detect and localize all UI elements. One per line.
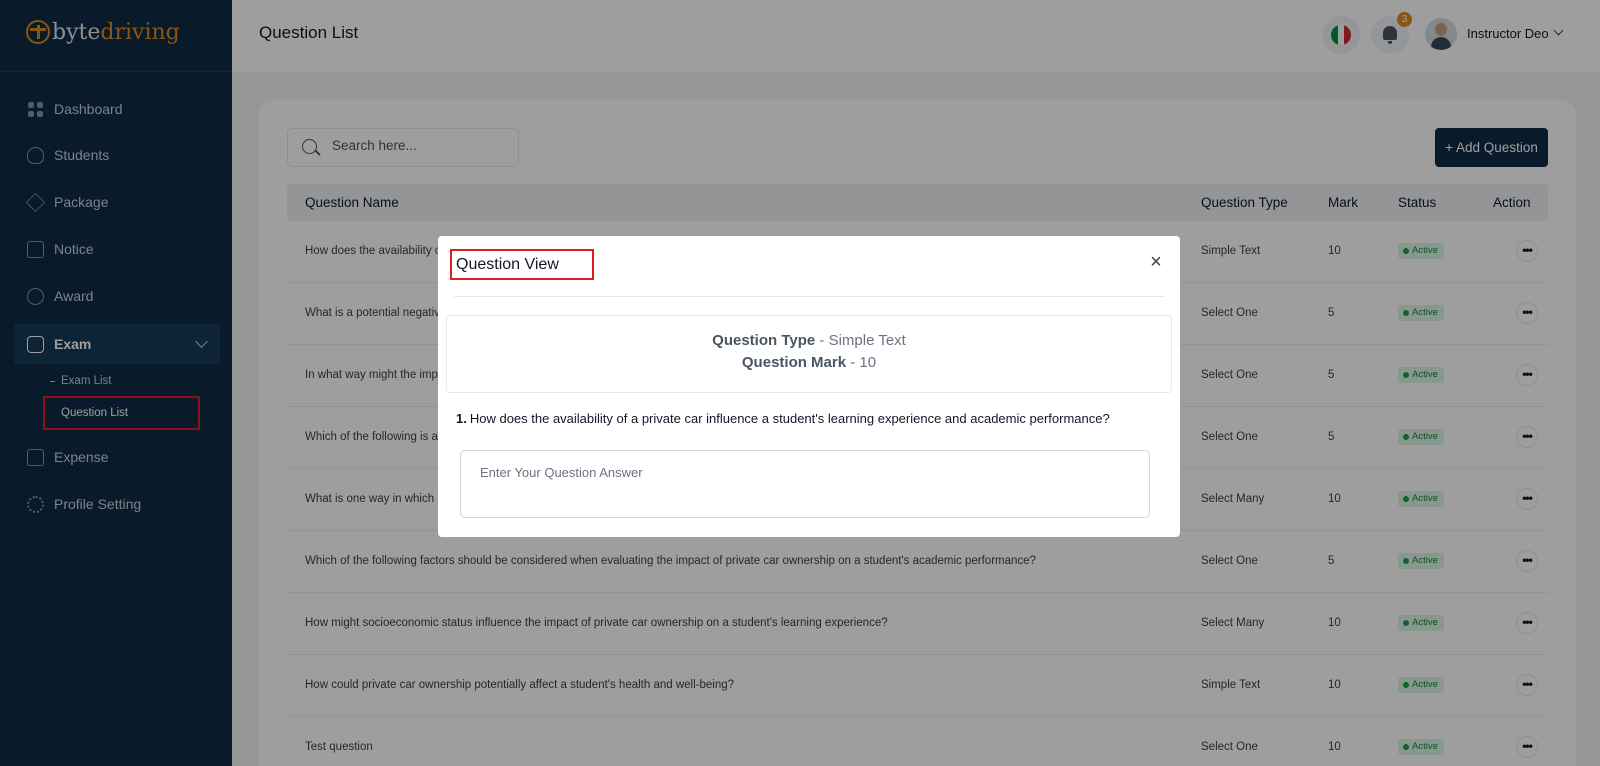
question-view-modal: Question View × Question Type - Simple T… [438, 236, 1180, 537]
answer-textarea[interactable] [460, 450, 1150, 518]
question-mark-line: Question Mark - 10 [447, 354, 1171, 371]
question-number: 1. [456, 411, 467, 426]
question-type-value: - Simple Text [819, 332, 906, 349]
question-mark-value: - 10 [850, 354, 877, 371]
question-body: How does the availability of a private c… [469, 411, 1110, 426]
close-icon[interactable]: × [1148, 252, 1164, 272]
modal-title: Question View [450, 249, 594, 280]
question-info-box: Question Type - Simple Text Question Mar… [446, 315, 1172, 393]
question-text: 1. How does the availability of a private… [456, 411, 1110, 426]
question-type-line: Question Type - Simple Text [447, 332, 1171, 349]
question-mark-label: Question Mark [741, 354, 847, 371]
question-type-label: Question Type [712, 332, 816, 349]
modal-divider [454, 296, 1164, 297]
